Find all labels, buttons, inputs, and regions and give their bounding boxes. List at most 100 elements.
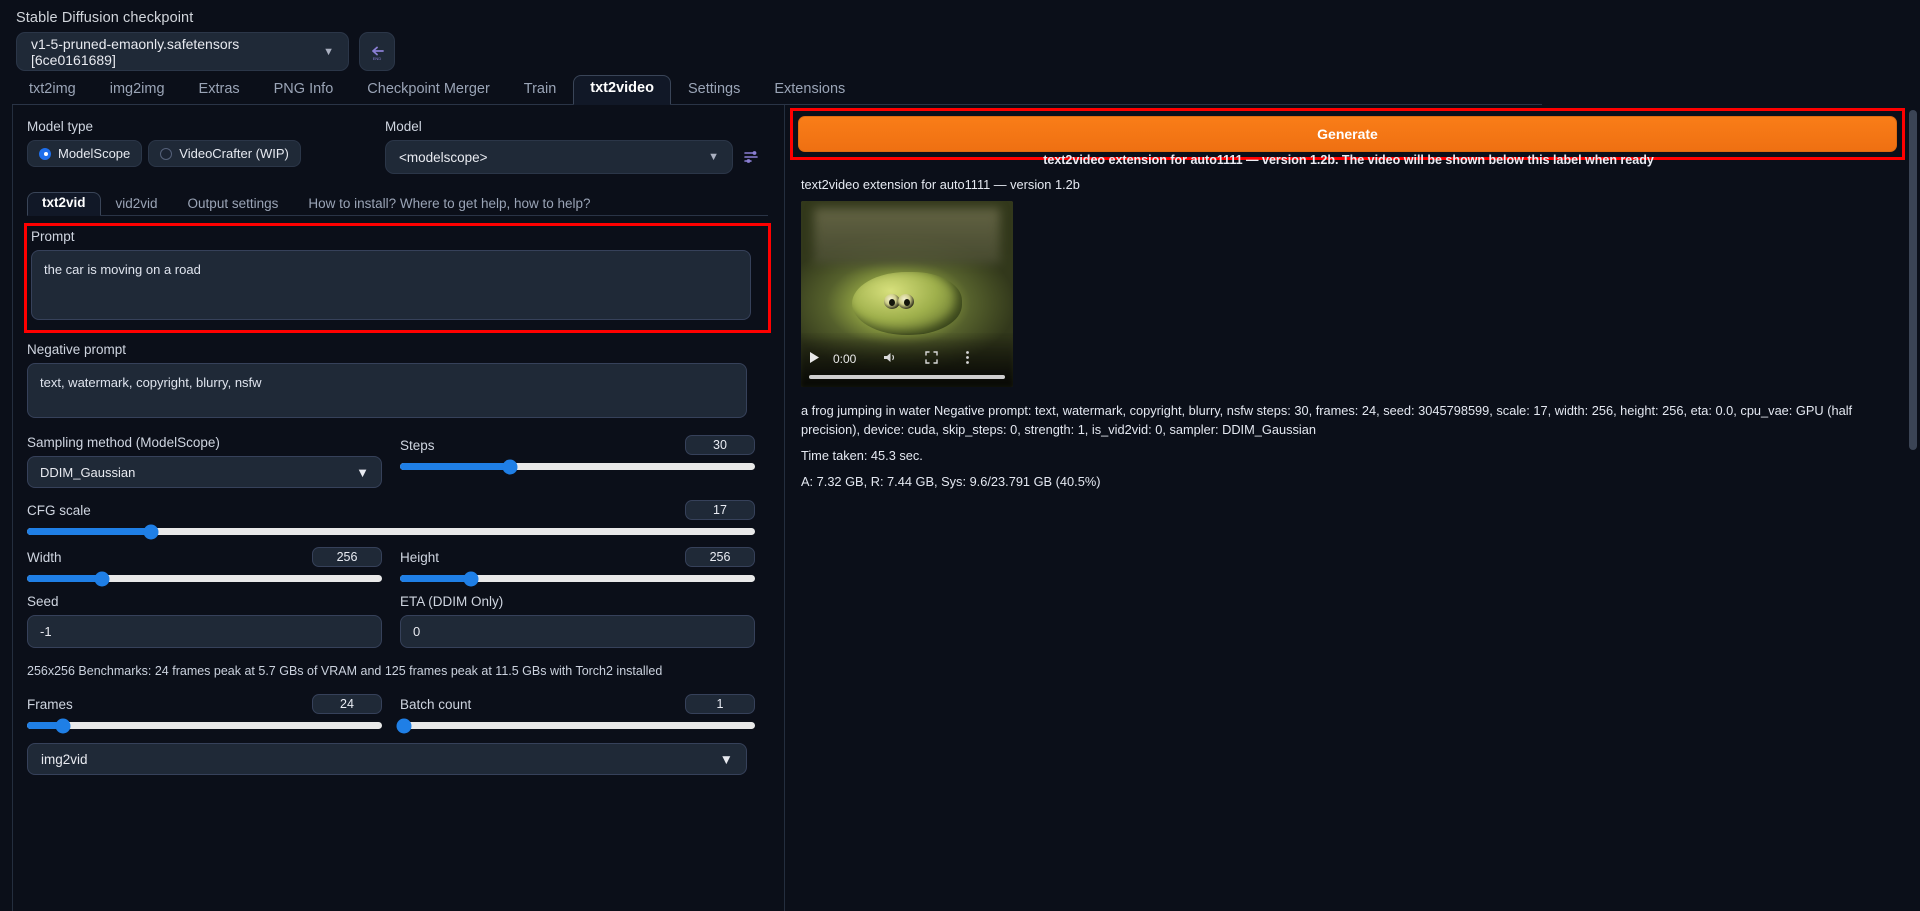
batch-count-value[interactable]: 1 xyxy=(685,694,755,714)
chevron-down-icon: ▼ xyxy=(323,45,334,58)
subtab-vid2vid[interactable]: vid2vid xyxy=(101,193,173,216)
steps-slider-knob[interactable] xyxy=(502,459,518,474)
radio-modelscope-label: ModelScope xyxy=(58,146,131,161)
frames-slider[interactable] xyxy=(27,718,382,733)
tab-settings[interactable]: Settings xyxy=(671,76,757,105)
cfg-scale-slider[interactable] xyxy=(27,524,755,539)
tab-extensions[interactable]: Extensions xyxy=(757,76,862,105)
img2vid-accordion[interactable]: img2vid ▼ xyxy=(27,743,747,775)
batch-count-slider[interactable] xyxy=(396,718,755,733)
subtab-txt2vid[interactable]: txt2vid xyxy=(27,192,101,216)
height-slider[interactable] xyxy=(400,571,755,586)
model-value: <modelscope> xyxy=(399,149,488,165)
seed-eta-row: Seed -1 ETA (DDIM Only) 0 xyxy=(27,594,768,648)
height-slider-knob[interactable] xyxy=(463,571,479,586)
chevron-down-icon: ▼ xyxy=(356,464,369,480)
seed-label: Seed xyxy=(27,594,59,609)
model-label: Model xyxy=(385,119,422,134)
checkpoint-section: Stable Diffusion checkpoint v1-5-pruned-… xyxy=(16,10,776,71)
volume-icon[interactable] xyxy=(883,351,898,367)
height-value[interactable]: 256 xyxy=(685,547,755,567)
output-params: a frog jumping in water Negative prompt:… xyxy=(801,403,1853,437)
frog-eye-right xyxy=(898,294,915,310)
cfg-scale-slider-fill xyxy=(27,528,151,535)
generate-button[interactable]: Generate xyxy=(798,116,1897,152)
width-slider-fill xyxy=(27,575,102,582)
sampling-method-value: DDIM_Gaussian xyxy=(40,464,136,480)
subtab-output-settings[interactable]: Output settings xyxy=(173,193,294,216)
negative-prompt-input[interactable] xyxy=(27,363,747,418)
version-label: text2video extension for auto1111 — vers… xyxy=(801,177,1080,192)
tab-txt2img[interactable]: txt2img xyxy=(12,76,93,105)
seed-input[interactable]: -1 xyxy=(27,615,382,648)
cfg-scale-slider-knob[interactable] xyxy=(143,524,159,539)
tab-img2img[interactable]: img2img xyxy=(93,76,182,105)
steps-label: Steps xyxy=(400,437,435,453)
more-options-icon[interactable] xyxy=(965,350,970,368)
eta-block: ETA (DDIM Only) 0 xyxy=(400,594,755,648)
steps-slider-fill xyxy=(400,463,511,470)
frames-slider-knob[interactable] xyxy=(55,718,70,733)
chevron-down-icon: ▼ xyxy=(708,151,719,163)
webui-root: Stable Diffusion checkpoint v1-5-pruned-… xyxy=(0,0,1920,911)
video-progress-bar[interactable] xyxy=(809,375,1005,379)
negative-prompt-label: Negative prompt xyxy=(27,342,127,357)
play-icon[interactable] xyxy=(809,351,820,367)
steps-block: Steps 30 xyxy=(400,435,755,488)
negative-prompt-section: Negative prompt xyxy=(27,342,768,423)
video-controls: 0:00 xyxy=(801,333,1013,387)
frames-batch-row: Frames 24 Batch count 1 xyxy=(27,694,768,733)
tab-txt2video[interactable]: txt2video xyxy=(573,75,671,105)
cfg-scale-value[interactable]: 17 xyxy=(685,500,755,520)
radio-videocrafter[interactable]: VideoCrafter (WIP) xyxy=(148,140,301,167)
model-row-wrap: Model type ModelScope VideoCrafter (WIP)… xyxy=(27,119,768,174)
radio-modelscope[interactable]: ModelScope xyxy=(27,140,143,167)
frog-shape xyxy=(851,271,963,335)
steps-slider[interactable] xyxy=(400,459,755,474)
model-dropdown[interactable]: <modelscope> ▼ xyxy=(385,140,733,174)
svg-text:END: END xyxy=(373,56,382,61)
height-slider-fill xyxy=(400,575,471,582)
sampling-method-label: Sampling method (ModelScope) xyxy=(27,435,220,450)
checkpoint-dropdown[interactable]: v1-5-pruned-emaonly.safetensors [6ce0161… xyxy=(16,32,349,71)
output-info: a frog jumping in water Negative prompt:… xyxy=(801,401,1861,491)
width-height-row: Width 256 Height 256 xyxy=(27,547,768,586)
model-type-label: Model type xyxy=(27,119,94,134)
width-value[interactable]: 256 xyxy=(312,547,382,567)
frames-value[interactable]: 24 xyxy=(312,694,382,714)
model-refresh-icon[interactable] xyxy=(742,148,760,166)
model-block: Model <modelscope> ▼ xyxy=(385,119,765,174)
video-player[interactable]: 0:00 xyxy=(801,201,1013,387)
prompt-input[interactable] xyxy=(31,250,751,320)
page-scrollbar[interactable] xyxy=(1909,110,1917,450)
batch-count-slider-knob[interactable] xyxy=(396,718,412,733)
width-slider[interactable] xyxy=(27,571,382,586)
sampling-steps-row: Sampling method (ModelScope) DDIM_Gaussi… xyxy=(27,435,768,488)
eta-input[interactable]: 0 xyxy=(400,615,755,648)
radio-videocrafter-label: VideoCrafter (WIP) xyxy=(179,146,289,161)
width-slider-knob[interactable] xyxy=(94,571,110,586)
tab-png-info[interactable]: PNG Info xyxy=(257,76,351,105)
main-tabbar: txt2img img2img Extras PNG Info Checkpoi… xyxy=(12,75,1542,105)
sampling-method-block: Sampling method (ModelScope) DDIM_Gaussi… xyxy=(27,435,382,488)
frames-block: Frames 24 xyxy=(27,694,382,733)
steps-value[interactable]: 30 xyxy=(685,435,755,455)
fullscreen-icon[interactable] xyxy=(925,351,939,367)
right-panel: Generate text2video extension for auto11… xyxy=(784,105,1912,911)
radio-selected-icon xyxy=(39,147,51,160)
tab-train[interactable]: Train xyxy=(507,76,574,105)
width-label: Width xyxy=(27,549,62,565)
checkpoint-value: v1-5-pruned-emaonly.safetensors [6ce0161… xyxy=(31,35,240,68)
refresh-arrow-icon[interactable]: END xyxy=(359,32,395,71)
frames-label: Frames xyxy=(27,696,73,712)
seed-block: Seed -1 xyxy=(27,594,382,648)
batch-count-label: Batch count xyxy=(400,696,472,712)
benchmark-note: 256x256 Benchmarks: 24 frames peak at 5.… xyxy=(27,664,663,678)
tab-extras[interactable]: Extras xyxy=(182,76,257,105)
batch-count-block: Batch count 1 xyxy=(396,694,755,733)
video-time: 0:00 xyxy=(833,352,857,366)
tab-checkpoint-merger[interactable]: Checkpoint Merger xyxy=(350,76,507,105)
sampling-method-dropdown[interactable]: DDIM_Gaussian ▼ xyxy=(27,456,382,488)
subtab-how-to-install[interactable]: How to install? Where to get help, how t… xyxy=(293,193,605,216)
prompt-section-highlight: Prompt xyxy=(24,223,771,333)
